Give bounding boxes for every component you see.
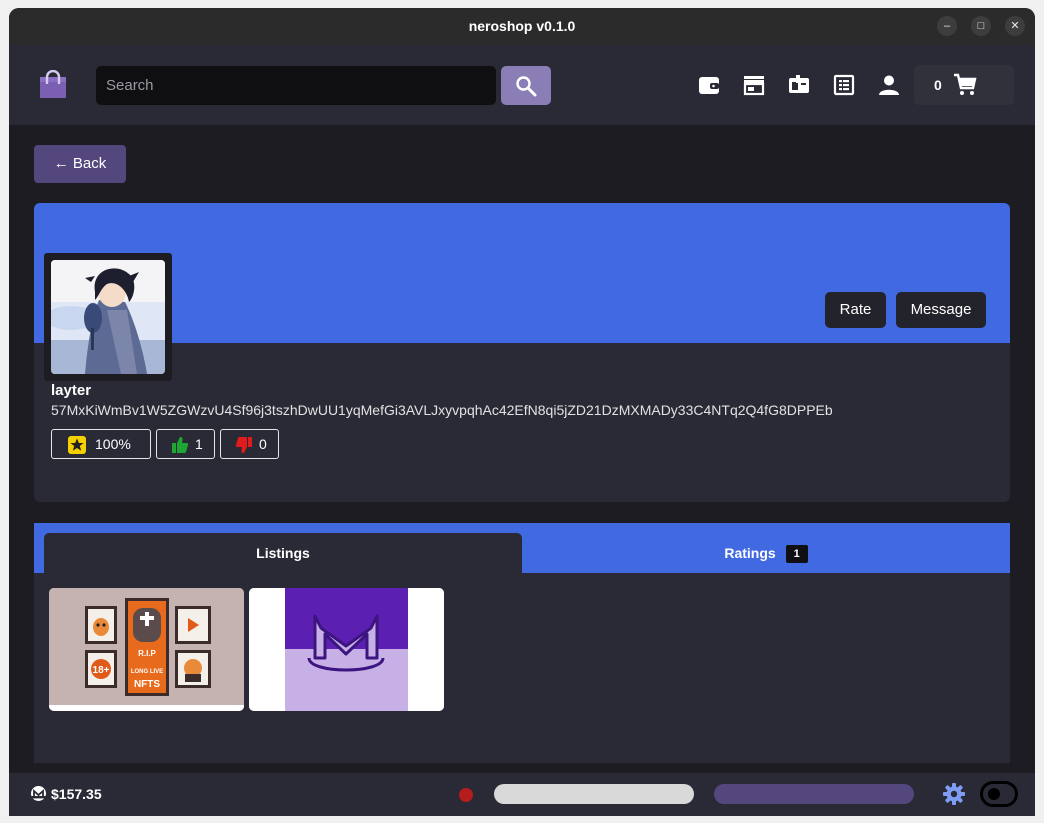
thumbs-down-count: 0 bbox=[259, 436, 267, 452]
reputation-value: 100% bbox=[95, 436, 131, 452]
sync-status-dot bbox=[459, 788, 473, 802]
wallet-address: 57MxKiWmBv1W5ZGWzvU4Sf96j3tszhDwUU1yqMef… bbox=[51, 402, 833, 418]
avatar bbox=[51, 260, 165, 374]
app-window: neroshop v0.1.0 – □ ✕ Search 0 ← Back Ra… bbox=[9, 8, 1035, 816]
svg-text:NFTS: NFTS bbox=[134, 679, 160, 690]
shopping-bag-icon[interactable] bbox=[38, 69, 68, 105]
wallet-icon[interactable] bbox=[697, 73, 721, 97]
search-button[interactable] bbox=[501, 66, 551, 105]
tab-ratings[interactable]: Ratings 1 bbox=[522, 533, 1010, 573]
maximize-button[interactable]: □ bbox=[971, 16, 991, 36]
close-button[interactable]: ✕ bbox=[1005, 16, 1025, 36]
thumbs-up-count: 1 bbox=[195, 436, 203, 452]
store-icon[interactable] bbox=[742, 73, 766, 97]
thumbs-down-icon bbox=[235, 437, 252, 453]
back-button[interactable]: ← Back bbox=[34, 145, 126, 183]
title-bar: neroshop v0.1.0 – □ ✕ bbox=[9, 8, 1035, 45]
gear-icon[interactable] bbox=[942, 782, 966, 811]
thumbs-down-stat: 0 bbox=[220, 429, 279, 459]
reputation-stat: 100% bbox=[51, 429, 151, 459]
inventory-icon[interactable] bbox=[787, 73, 811, 97]
minimize-button[interactable]: – bbox=[937, 16, 957, 36]
profile-card: Rate Message layter 57MxKiWmBv1W5ZGWzvU4… bbox=[34, 203, 1010, 502]
wallet-balance: $157.35 bbox=[51, 786, 102, 802]
tab-listings[interactable]: Listings bbox=[44, 533, 522, 573]
rate-button[interactable]: Rate bbox=[825, 292, 886, 328]
thumbs-up-stat: 1 bbox=[156, 429, 215, 459]
username: layter bbox=[51, 382, 92, 399]
message-button[interactable]: Message bbox=[896, 292, 986, 328]
svg-text:R.I.P: R.I.P bbox=[138, 649, 156, 658]
account-icon[interactable] bbox=[877, 73, 901, 97]
monero-logo-image bbox=[249, 588, 444, 711]
avatar-frame bbox=[44, 253, 172, 381]
svg-text:LONG LIVE: LONG LIVE bbox=[131, 669, 163, 675]
tabs-card: Listings Ratings 1 18+ R.I.P LONG LIVE N… bbox=[34, 523, 1010, 763]
toggle-knob bbox=[988, 788, 1000, 800]
window-title: neroshop v0.1.0 bbox=[468, 18, 576, 34]
cart-icon bbox=[954, 73, 977, 95]
theme-toggle[interactable] bbox=[980, 781, 1018, 807]
search-input[interactable] bbox=[96, 66, 496, 105]
search-icon bbox=[516, 76, 537, 97]
cart-button[interactable]: 0 bbox=[914, 65, 1014, 105]
tab-ratings-label: Ratings bbox=[724, 545, 776, 561]
ratings-count-badge: 1 bbox=[785, 545, 808, 564]
cart-count: 0 bbox=[934, 77, 942, 93]
monero-icon bbox=[31, 786, 46, 806]
status-bar: $157.35 bbox=[9, 773, 1035, 816]
thumbs-up-icon bbox=[172, 437, 189, 453]
nft-poster-image: 18+ R.I.P LONG LIVE NFTS bbox=[49, 588, 244, 711]
star-icon bbox=[68, 436, 86, 454]
orders-icon[interactable] bbox=[832, 73, 856, 97]
listing-card[interactable] bbox=[249, 588, 444, 711]
listing-card[interactable]: 18+ R.I.P LONG LIVE NFTS bbox=[49, 588, 244, 711]
svg-text:18+: 18+ bbox=[93, 665, 110, 676]
wallet-sync-progress bbox=[714, 784, 914, 804]
daemon-sync-progress bbox=[494, 784, 694, 804]
